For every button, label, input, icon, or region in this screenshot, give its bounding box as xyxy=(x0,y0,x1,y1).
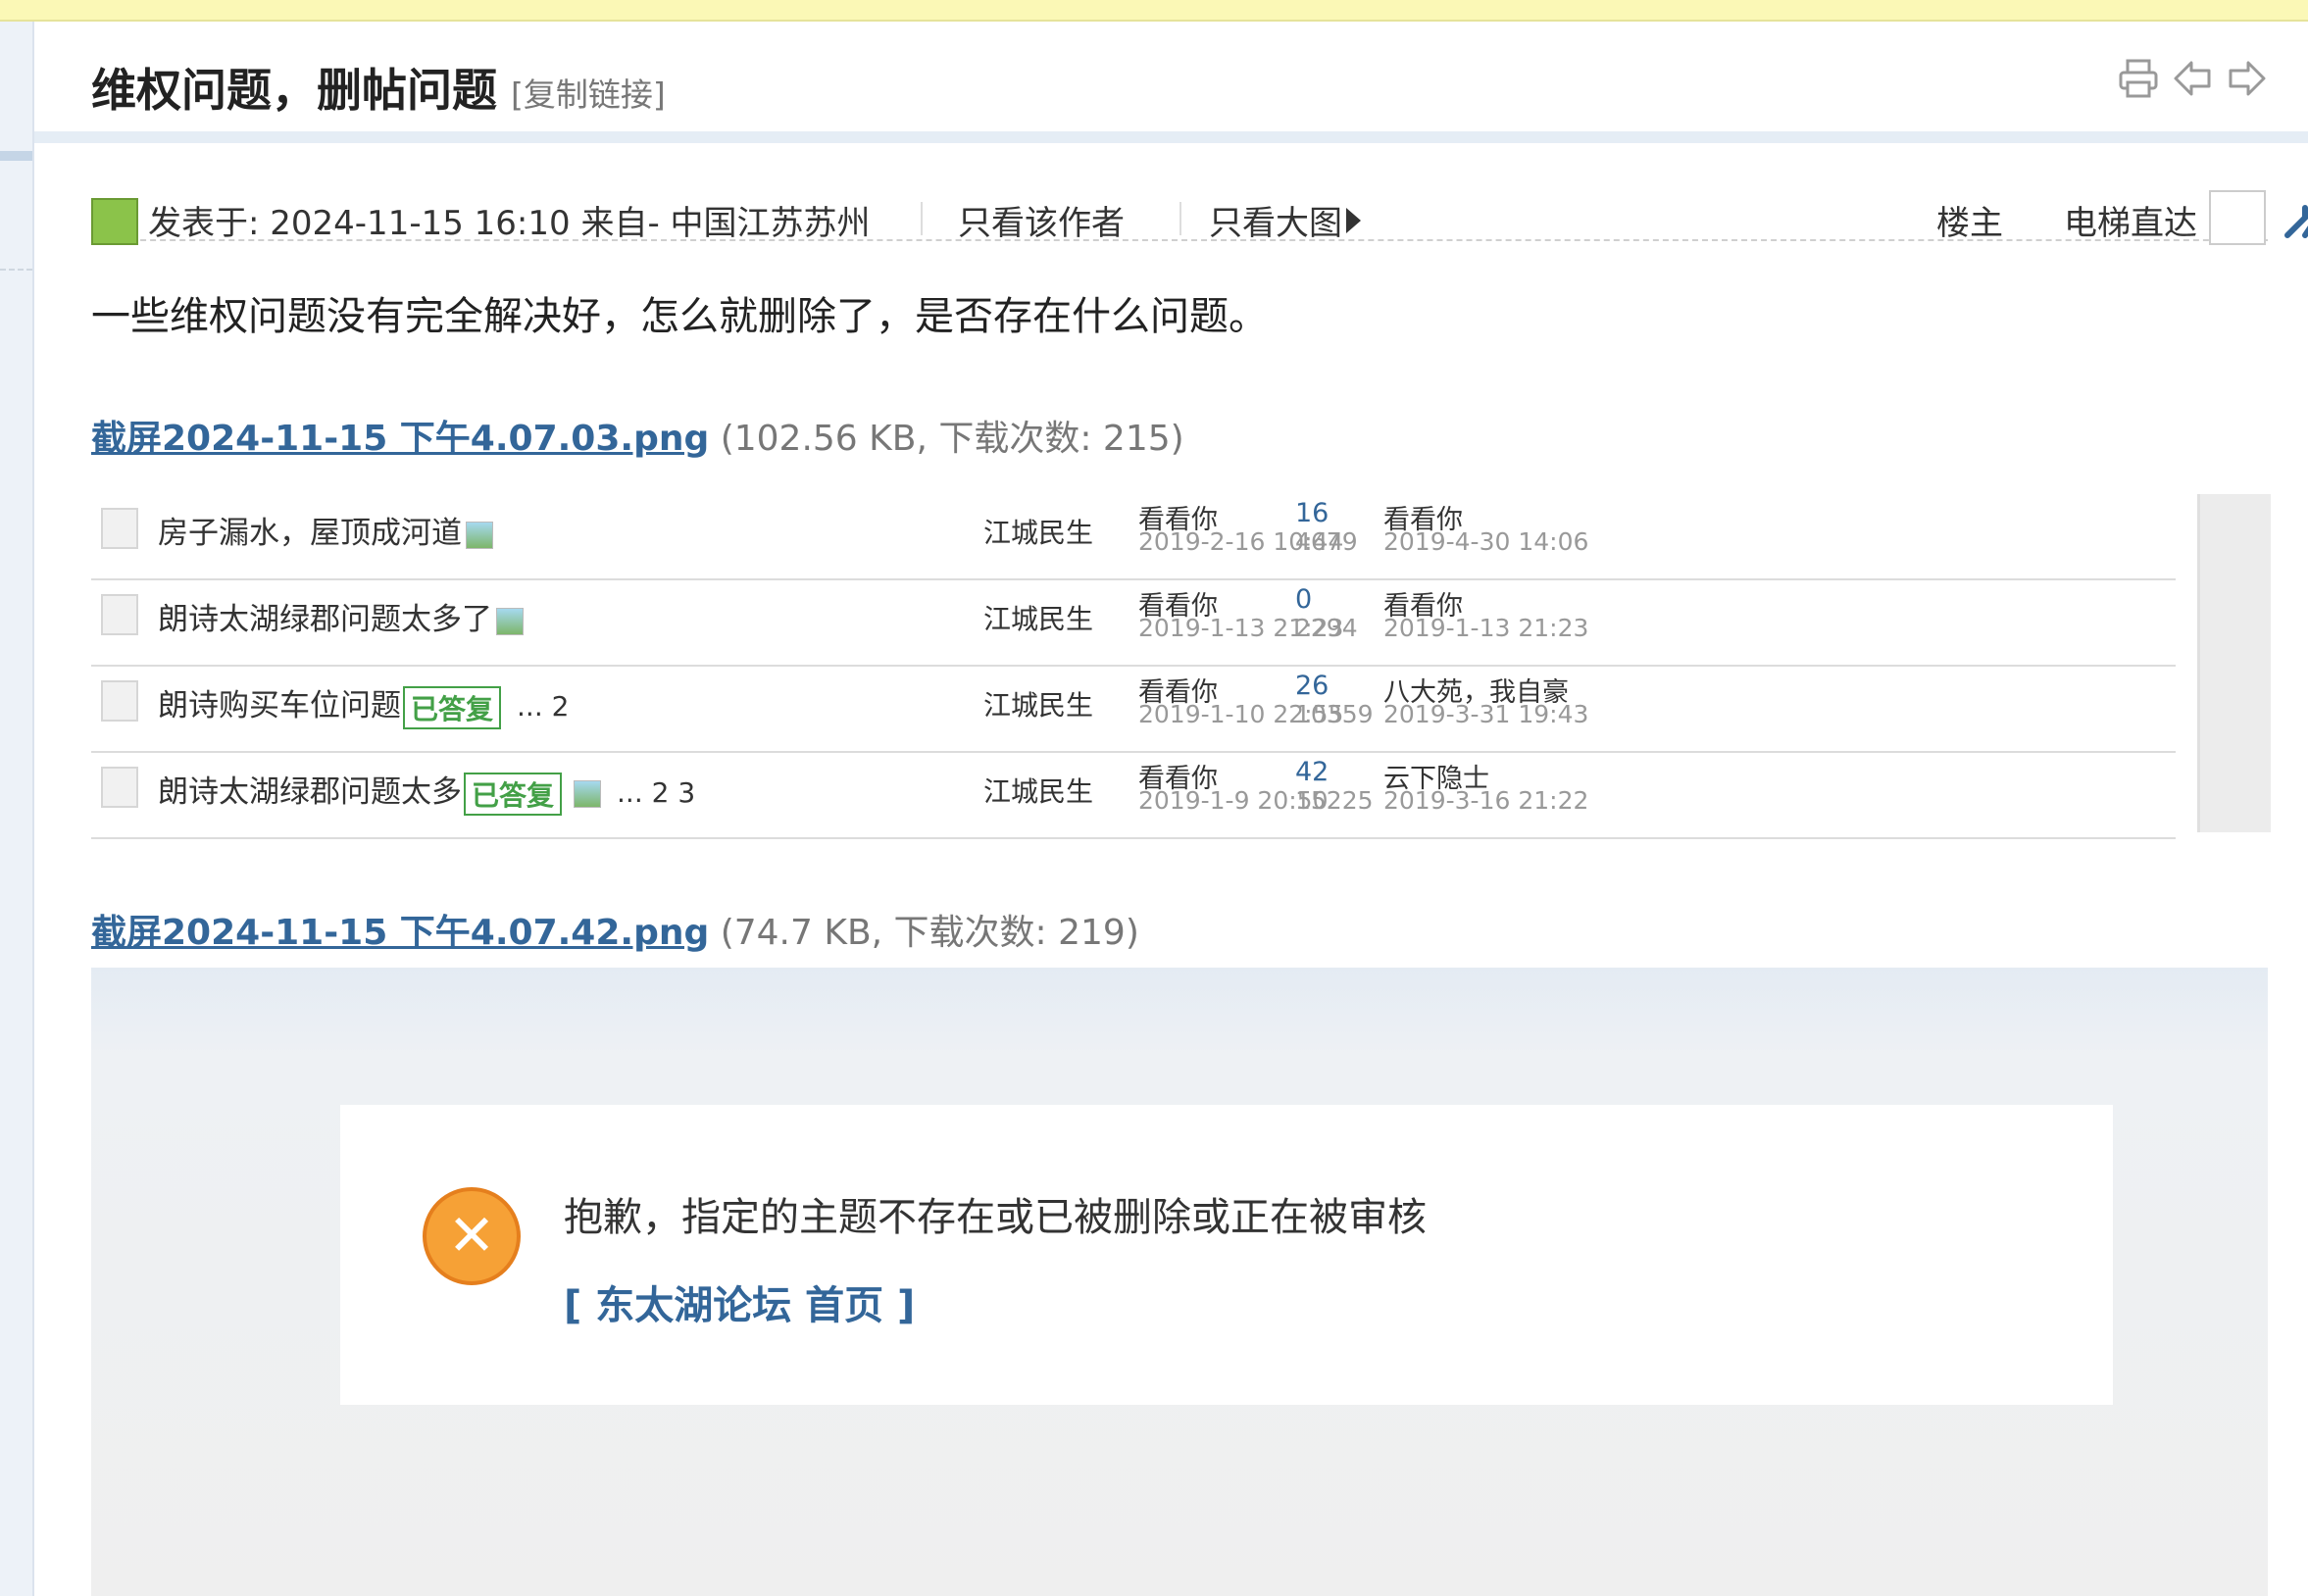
go-to-floor-icon[interactable] xyxy=(2282,190,2308,245)
thread-pages[interactable]: ... 2 xyxy=(517,690,569,723)
thread-views: 15225 xyxy=(1295,786,1374,815)
thread-row: 房子漏水，屋顶成河道 江城民生 看看你 2019-2-16 10:44 16 4… xyxy=(91,494,2176,580)
thread-row: 朗诗购买车位问题 已答复... 2 江城民生 看看你 2019-1-10 22:5… xyxy=(91,667,2176,753)
separator xyxy=(1179,202,1181,235)
sidebar-marker xyxy=(0,151,32,161)
document-icon xyxy=(101,680,138,722)
thread-author[interactable]: 江城民生 xyxy=(983,684,1093,723)
left-sidebar-strip xyxy=(0,22,34,1596)
attachment-2: 截屏2024-11-15 下午4.07.42.png (74.7 KB, 下载次… xyxy=(91,904,1139,955)
attachment-info: (102.56 KB, 下载次数: 215) xyxy=(720,419,1184,459)
thread-replies[interactable]: 16 xyxy=(1295,498,1329,528)
attachment-info: (74.7 KB, 下载次数: 219) xyxy=(720,913,1139,953)
image-attachment-icon xyxy=(574,779,602,808)
screenshot-thread-list: 房子漏水，屋顶成河道 江城民生 看看你 2019-2-16 10:44 16 4… xyxy=(91,494,2271,839)
thread-list-scrollbar[interactable] xyxy=(2197,494,2271,832)
post-content: 维权问题，删帖问题 [复制链接] 发表于: 2024-11-15 16:10 来自… xyxy=(34,22,2308,1596)
floor-number-input[interactable] xyxy=(2209,190,2266,245)
sidebar-divider xyxy=(0,269,32,271)
page-title: 维权问题，删帖问题 [复制链接] xyxy=(91,55,666,120)
thread-title[interactable]: 房子漏水，屋顶成河道 xyxy=(158,508,493,552)
prev-thread-icon[interactable] xyxy=(2170,55,2217,102)
thread-last-date: 2019-4-30 14:06 xyxy=(1383,527,1589,556)
thread-views: 10359 xyxy=(1295,700,1374,728)
thread-replies[interactable]: 0 xyxy=(1295,584,1312,615)
copy-link-button[interactable]: [复制链接] xyxy=(511,75,666,114)
thread-author[interactable]: 江城民生 xyxy=(983,512,1093,551)
thread-title[interactable]: 朗诗太湖绿郡问题太多 已答复... 2 3 xyxy=(158,767,695,816)
post-title: 维权问题，删帖问题 xyxy=(91,64,497,117)
notice-message: 抱歉，指定的主题不存在或已被删除或正在被审核 xyxy=(564,1195,1427,1240)
attachment-filename[interactable]: 截屏2024-11-15 下午4.07.42.png xyxy=(91,913,709,953)
notice-box: ✕ 抱歉，指定的主题不存在或已被删除或正在被审核 [ 东太湖论坛 首页 ] xyxy=(340,1105,2113,1405)
floor-owner-label: 楼主 xyxy=(1936,204,2003,243)
thread-title[interactable]: 朗诗购买车位问题 已答复... 2 xyxy=(158,680,569,729)
error-x-icon: ✕ xyxy=(423,1187,521,1285)
document-icon xyxy=(101,767,138,808)
answered-badge: 已答复 xyxy=(464,772,563,816)
next-thread-icon[interactable] xyxy=(2223,55,2270,102)
forum-home-link[interactable]: [ 东太湖论坛 首页 ] xyxy=(564,1273,915,1330)
thread-row: 朗诗太湖绿郡问题太多 已答复... 2 3 江城民生 看看你 2019-1-9 2… xyxy=(91,753,2176,839)
document-icon xyxy=(101,594,138,635)
thread-author[interactable]: 江城民生 xyxy=(983,598,1093,637)
thread-last-date: 2019-1-13 21:23 xyxy=(1383,614,1589,642)
attachment-filename[interactable]: 截屏2024-11-15 下午4.07.03.png xyxy=(91,419,709,459)
only-author-link[interactable]: 只看该作者 xyxy=(958,196,1125,244)
thread-replies[interactable]: 42 xyxy=(1295,757,1329,787)
thread-last-date: 2019-3-31 19:43 xyxy=(1383,700,1589,728)
only-large-images-link[interactable]: 只看大图 xyxy=(1209,196,1342,244)
thread-last-date: 2019-3-16 21:22 xyxy=(1383,786,1589,815)
thread-row: 朗诗太湖绿郡问题太多了 江城民生 看看你 2019-1-13 21:23 0 2… xyxy=(91,580,2176,667)
document-icon xyxy=(101,508,138,549)
screenshot-notice-image: ✕ 抱歉，指定的主题不存在或已被删除或正在被审核 [ 东太湖论坛 首页 ] xyxy=(91,968,2268,1596)
thread-title[interactable]: 朗诗太湖绿郡问题太多了 xyxy=(158,594,524,638)
answered-badge: 已答复 xyxy=(403,685,502,729)
print-icon[interactable] xyxy=(2115,55,2162,102)
top-banner xyxy=(0,0,2308,22)
thread-author[interactable]: 江城民生 xyxy=(983,771,1093,810)
post-title-row: 维权问题，删帖问题 [复制链接] xyxy=(34,22,2308,143)
attachment-1: 截屏2024-11-15 下午4.07.03.png (102.56 KB, 下… xyxy=(91,410,1184,461)
thread-replies[interactable]: 26 xyxy=(1295,671,1329,701)
post-meta-row: 发表于: 2024-11-15 16:10 来自- 中国江苏苏州 只看该作者 只… xyxy=(91,169,2308,245)
thread-views: 4679 xyxy=(1295,527,1358,556)
elevator-label: 电梯直达 xyxy=(2064,204,2197,243)
post-body: 一些维权问题没有完全解决好，怎么就删除了，是否存在什么问题。 xyxy=(91,294,1268,339)
user-avatar-icon[interactable] xyxy=(91,198,138,245)
play-triangle-icon[interactable] xyxy=(1346,208,1361,233)
thread-views: 2294 xyxy=(1295,614,1358,642)
image-attachment-icon xyxy=(466,521,493,549)
thread-pages[interactable]: ... 2 3 xyxy=(617,776,695,809)
image-attachment-icon xyxy=(496,607,524,635)
post-date-location: 发表于: 2024-11-15 16:10 来自- 中国江苏苏州 xyxy=(148,204,871,243)
separator xyxy=(921,202,923,235)
